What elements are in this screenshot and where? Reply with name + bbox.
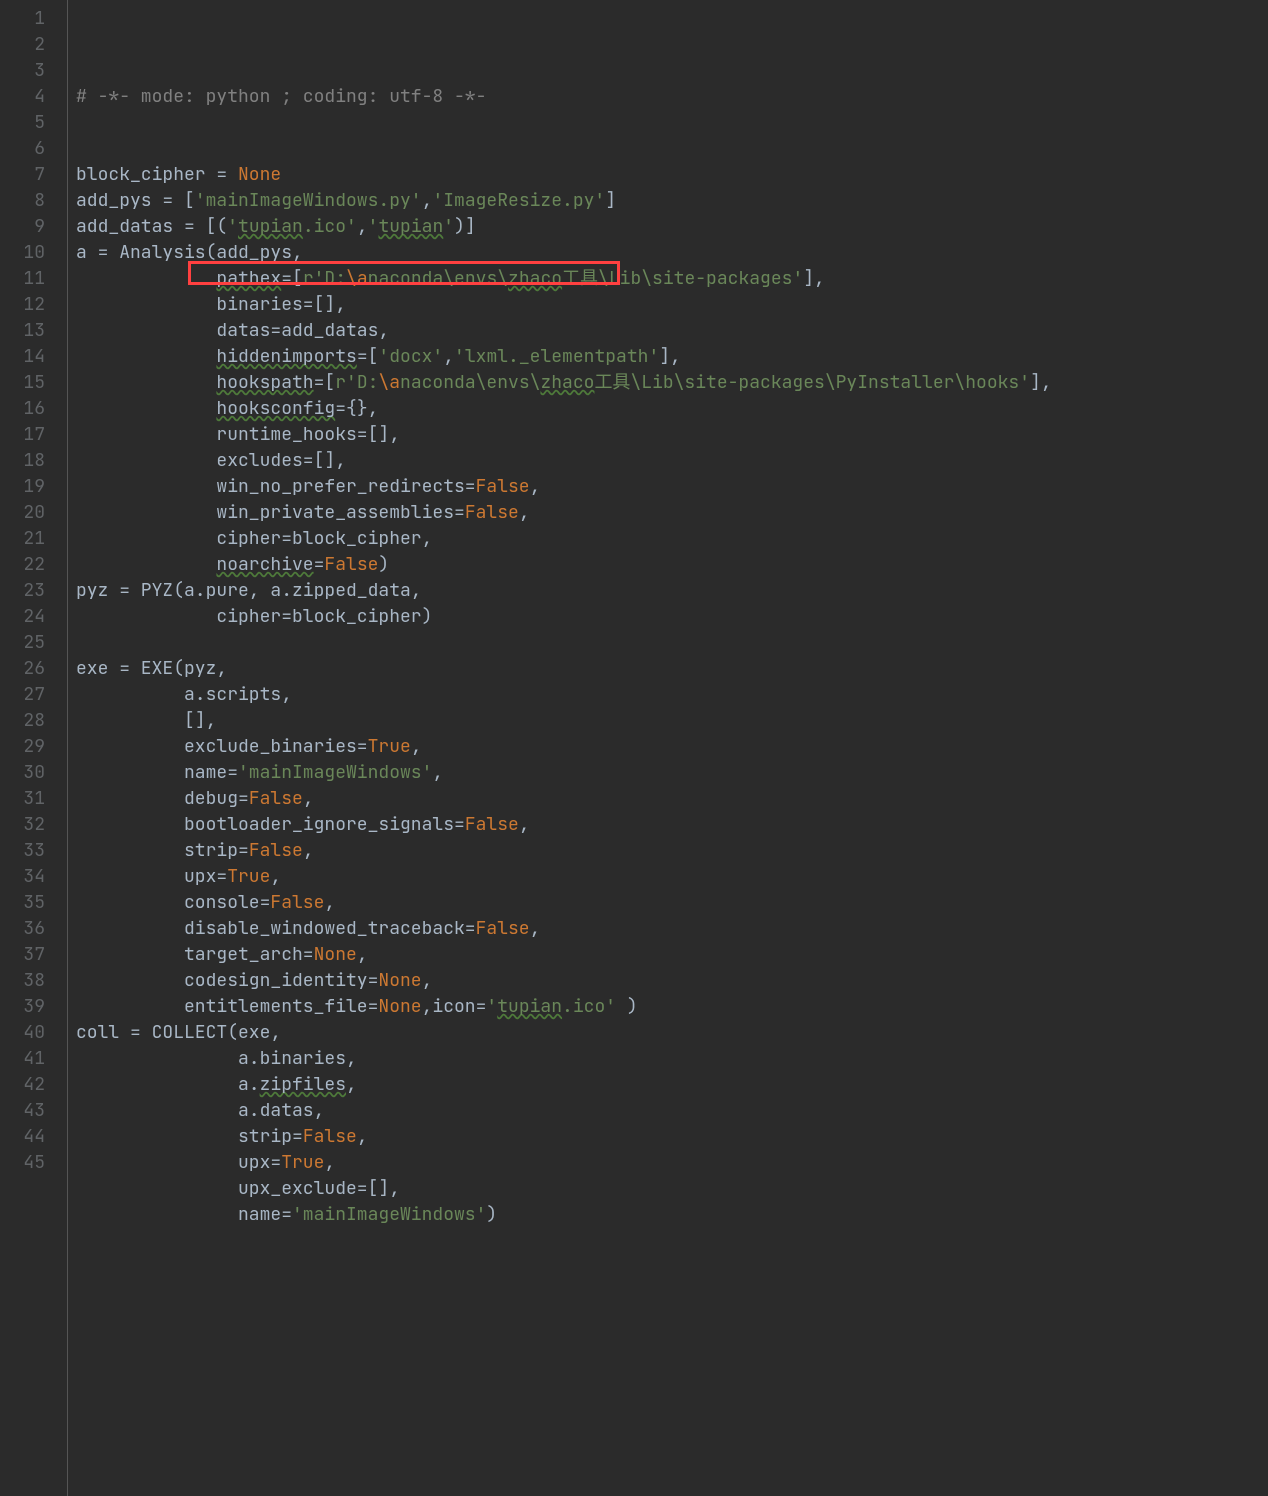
line-number: 40	[0, 1020, 45, 1046]
code-line[interactable]	[76, 110, 1268, 136]
line-number: 23	[0, 578, 45, 604]
code-line[interactable]: [],	[76, 708, 1268, 734]
code-line[interactable]: console=False,	[76, 890, 1268, 916]
code-line[interactable]	[76, 630, 1268, 656]
line-number: 29	[0, 734, 45, 760]
code-line[interactable]: win_no_prefer_redirects=False,	[76, 474, 1268, 500]
line-number: 37	[0, 942, 45, 968]
line-number: 14	[0, 344, 45, 370]
code-line[interactable]: noarchive=False)	[76, 552, 1268, 578]
line-number: 24	[0, 604, 45, 630]
line-number: 16	[0, 396, 45, 422]
line-number: 2	[0, 32, 45, 58]
code-line[interactable]: a = Analysis(add_pys,	[76, 240, 1268, 266]
line-number: 12	[0, 292, 45, 318]
line-number: 22	[0, 552, 45, 578]
line-number: 4	[0, 84, 45, 110]
code-line[interactable]	[76, 1228, 1268, 1254]
line-number: 38	[0, 968, 45, 994]
code-line[interactable]	[76, 136, 1268, 162]
line-number: 11	[0, 266, 45, 292]
line-number: 17	[0, 422, 45, 448]
line-number: 8	[0, 188, 45, 214]
line-number: 13	[0, 318, 45, 344]
code-line[interactable]: strip=False,	[76, 838, 1268, 864]
line-number: 39	[0, 994, 45, 1020]
line-number: 7	[0, 162, 45, 188]
line-number: 1	[0, 6, 45, 32]
code-line[interactable]: codesign_identity=None,	[76, 968, 1268, 994]
code-line[interactable]: upx_exclude=[],	[76, 1176, 1268, 1202]
code-line[interactable]: a.zipfiles,	[76, 1072, 1268, 1098]
code-line[interactable]: entitlements_file=None,icon='tupian.ico'…	[76, 994, 1268, 1020]
line-number: 20	[0, 500, 45, 526]
code-line[interactable]: upx=True,	[76, 864, 1268, 890]
code-editor[interactable]: 1234567891011121314151617181920212223242…	[0, 0, 1268, 1496]
code-line[interactable]: bootloader_ignore_signals=False,	[76, 812, 1268, 838]
code-line[interactable]: a.scripts,	[76, 682, 1268, 708]
code-line[interactable]: name='mainImageWindows',	[76, 760, 1268, 786]
line-number: 35	[0, 890, 45, 916]
code-line[interactable]: # -*- mode: python ; coding: utf-8 -*-	[76, 84, 1268, 110]
code-line[interactable]: a.binaries,	[76, 1046, 1268, 1072]
code-line[interactable]: upx=True,	[76, 1150, 1268, 1176]
code-line[interactable]: cipher=block_cipher)	[76, 604, 1268, 630]
code-line[interactable]: disable_windowed_traceback=False,	[76, 916, 1268, 942]
line-number: 36	[0, 916, 45, 942]
line-number: 19	[0, 474, 45, 500]
code-line[interactable]: hiddenimports=['docx','lxml._elementpath…	[76, 344, 1268, 370]
code-area[interactable]: # -*- mode: python ; coding: utf-8 -*- b…	[68, 0, 1268, 1496]
line-number: 30	[0, 760, 45, 786]
code-line[interactable]: pathex=[r'D:\anaconda\envs\zhaco工具\Lib\s…	[76, 266, 1268, 292]
code-line[interactable]: coll = COLLECT(exe,	[76, 1020, 1268, 1046]
line-number: 44	[0, 1124, 45, 1150]
line-number: 25	[0, 630, 45, 656]
line-number: 18	[0, 448, 45, 474]
code-line[interactable]: datas=add_datas,	[76, 318, 1268, 344]
code-line[interactable]: block_cipher = None	[76, 162, 1268, 188]
code-line[interactable]: target_arch=None,	[76, 942, 1268, 968]
code-line[interactable]: hookspath=[r'D:\anaconda\envs\zhaco工具\Li…	[76, 370, 1268, 396]
code-line[interactable]: excludes=[],	[76, 448, 1268, 474]
line-number: 45	[0, 1150, 45, 1176]
line-number: 42	[0, 1072, 45, 1098]
line-number: 3	[0, 58, 45, 84]
line-number-gutter: 1234567891011121314151617181920212223242…	[0, 0, 68, 1496]
line-number: 21	[0, 526, 45, 552]
code-line[interactable]: pyz = PYZ(a.pure, a.zipped_data,	[76, 578, 1268, 604]
line-number: 31	[0, 786, 45, 812]
code-line[interactable]: binaries=[],	[76, 292, 1268, 318]
line-number: 33	[0, 838, 45, 864]
code-line[interactable]: add_pys = ['mainImageWindows.py','ImageR…	[76, 188, 1268, 214]
line-number: 34	[0, 864, 45, 890]
line-number: 15	[0, 370, 45, 396]
line-number: 9	[0, 214, 45, 240]
code-line[interactable]: add_datas = [('tupian.ico','tupian')]	[76, 214, 1268, 240]
code-line[interactable]: a.datas,	[76, 1098, 1268, 1124]
code-line[interactable]: hooksconfig={},	[76, 396, 1268, 422]
code-line[interactable]: strip=False,	[76, 1124, 1268, 1150]
code-line[interactable]: runtime_hooks=[],	[76, 422, 1268, 448]
code-line[interactable]: cipher=block_cipher,	[76, 526, 1268, 552]
line-number: 27	[0, 682, 45, 708]
code-line[interactable]: name='mainImageWindows')	[76, 1202, 1268, 1228]
line-number: 41	[0, 1046, 45, 1072]
code-line[interactable]: win_private_assemblies=False,	[76, 500, 1268, 526]
line-number: 6	[0, 136, 45, 162]
line-number: 32	[0, 812, 45, 838]
line-number: 43	[0, 1098, 45, 1124]
line-number: 26	[0, 656, 45, 682]
code-line[interactable]: exclude_binaries=True,	[76, 734, 1268, 760]
code-line[interactable]: exe = EXE(pyz,	[76, 656, 1268, 682]
line-number: 5	[0, 110, 45, 136]
line-number: 10	[0, 240, 45, 266]
code-line[interactable]: debug=False,	[76, 786, 1268, 812]
line-number: 28	[0, 708, 45, 734]
